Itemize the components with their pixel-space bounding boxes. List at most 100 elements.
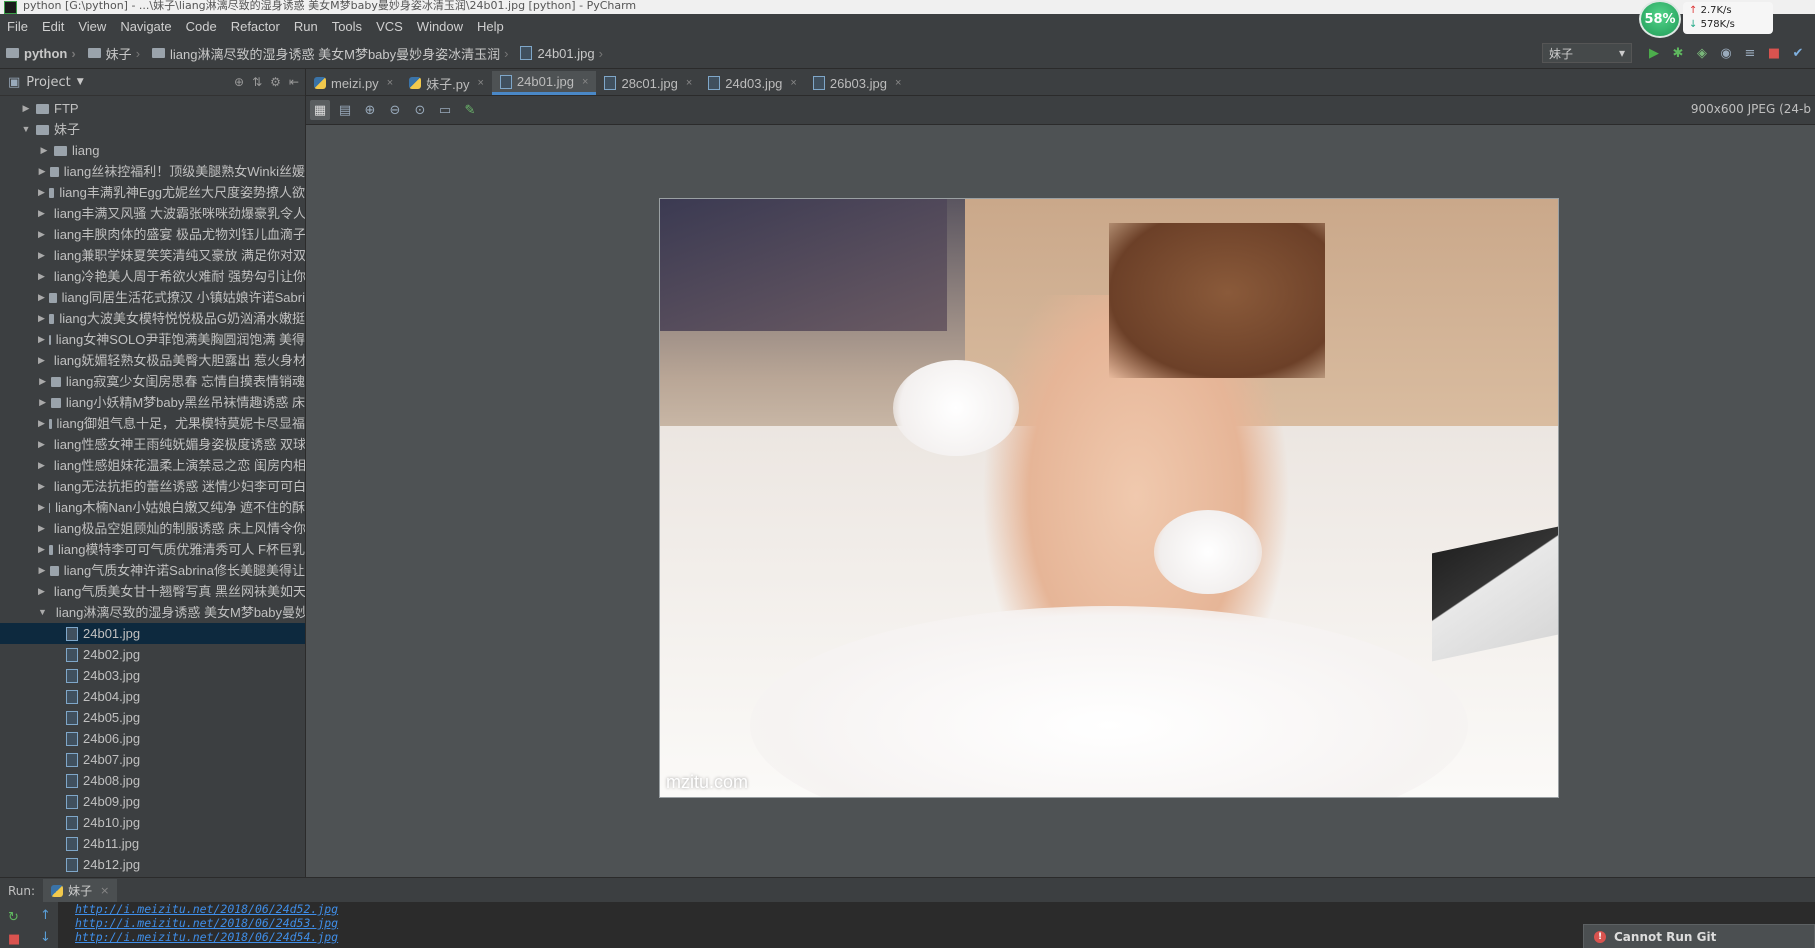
close-icon[interactable]: × bbox=[790, 77, 796, 89]
tree-folder-item[interactable]: ▶ liang气质美女甘十翘臀写真 黑丝网袜美如天 bbox=[0, 581, 305, 602]
collapsed-arrow-icon[interactable]: ▶ bbox=[38, 329, 45, 350]
tree-file-item[interactable]: 24b12.jpg bbox=[0, 854, 305, 875]
tree-folder-item[interactable]: ▶ liang冷艳美人周于希欲火难耐 强势勾引让你 bbox=[0, 266, 305, 287]
scroll-from-source-icon[interactable]: ⊕ bbox=[234, 75, 244, 89]
scroll-down-icon[interactable]: ↓ bbox=[40, 930, 51, 945]
collapsed-arrow-icon[interactable]: ▶ bbox=[38, 308, 45, 329]
profile-icon[interactable]: ◉ bbox=[1717, 44, 1735, 62]
close-icon[interactable]: × bbox=[895, 77, 901, 89]
tree-file-item[interactable]: 24b03.jpg bbox=[0, 665, 305, 686]
tree-folder-item[interactable]: ▶ liang性感姐妹花温柔上演禁忌之恋 闺房内相 bbox=[0, 455, 305, 476]
stop-icon[interactable]: ■ bbox=[1765, 44, 1783, 62]
rerun-icon[interactable]: ↻ bbox=[8, 910, 19, 925]
breadcrumb-project[interactable]: python › bbox=[0, 46, 82, 61]
chessboard-toggle-icon[interactable]: ▦ bbox=[310, 100, 330, 120]
collapsed-arrow-icon[interactable]: ▶ bbox=[38, 476, 45, 497]
editor-tab[interactable]: 妹子.py × bbox=[401, 71, 492, 95]
collapsed-arrow-icon[interactable]: ▶ bbox=[38, 371, 47, 392]
menu-edit[interactable]: Edit bbox=[35, 19, 71, 34]
collapsed-arrow-icon[interactable]: ▶ bbox=[38, 350, 45, 371]
menu-tools[interactable]: Tools bbox=[325, 19, 369, 34]
menu-file[interactable]: File bbox=[0, 19, 35, 34]
grid-toggle-icon[interactable]: ▤ bbox=[335, 100, 355, 120]
run-configuration-select[interactable]: 妹子 ▾ bbox=[1542, 43, 1632, 63]
breadcrumb-file[interactable]: 24b01.jpg › bbox=[514, 46, 608, 61]
tree-folder-item[interactable]: ▶ liang无法抗拒的蕾丝诱惑 迷情少妇李可可白 bbox=[0, 476, 305, 497]
menu-code[interactable]: Code bbox=[179, 19, 224, 34]
tree-folder-item[interactable]: ▶ liang女神SOLO尹菲饱满美胸圆润饱满 美得 bbox=[0, 329, 305, 350]
tree-folder-item[interactable]: ▶ liang模特李可可气质优雅清秀可人 F杯巨乳 bbox=[0, 539, 305, 560]
collapsed-arrow-icon[interactable]: ▶ bbox=[38, 224, 45, 245]
expanded-arrow-icon[interactable]: ▼ bbox=[20, 119, 32, 140]
tree-file-item[interactable]: 24b08.jpg bbox=[0, 770, 305, 791]
editor-tab[interactable]: 24d03.jpg × bbox=[700, 71, 805, 95]
tree-folder-item[interactable]: ▶ liang丰满又风骚 大波霸张咪咪劲爆豪乳令人 bbox=[0, 203, 305, 224]
tree-file-item[interactable]: 24b07.jpg bbox=[0, 749, 305, 770]
close-icon[interactable]: × bbox=[582, 76, 588, 88]
tree-folder-item[interactable]: ▶ liang同居生活花式撩汉 小镇姑娘许诺Sabri bbox=[0, 287, 305, 308]
tree-folder-item[interactable]: ▶ liang丰腴肉体的盛宴 极品尤物刘钰儿血滴子 bbox=[0, 224, 305, 245]
editor-tab[interactable]: 24b01.jpg × bbox=[491, 71, 597, 95]
collapsed-arrow-icon[interactable]: ▶ bbox=[38, 140, 50, 161]
collapsed-arrow-icon[interactable]: ▶ bbox=[38, 581, 45, 602]
menu-refactor[interactable]: Refactor bbox=[224, 19, 287, 34]
build-icon[interactable]: ≡ bbox=[1741, 44, 1759, 62]
collapsed-arrow-icon[interactable]: ▶ bbox=[38, 560, 46, 581]
collapsed-arrow-icon[interactable]: ▶ bbox=[20, 98, 32, 119]
tree-file-item[interactable]: 24b11.jpg bbox=[0, 833, 305, 854]
notification-balloon[interactable]: ! Cannot Run Git bbox=[1583, 924, 1815, 948]
close-icon[interactable]: × bbox=[387, 77, 393, 89]
zoom-in-icon[interactable]: ⊕ bbox=[360, 100, 380, 120]
tree-folder-item[interactable]: ▼ liang淋漓尽致的湿身诱惑 美女M梦baby曼妙 bbox=[0, 602, 305, 623]
editor-tab[interactable]: 26b03.jpg × bbox=[805, 71, 910, 95]
collapsed-arrow-icon[interactable]: ▶ bbox=[38, 434, 45, 455]
collapsed-arrow-icon[interactable]: ▶ bbox=[38, 539, 45, 560]
menu-window[interactable]: Window bbox=[410, 19, 470, 34]
tree-folder-item[interactable]: ▶ liang小妖精M梦baby黑丝吊袜情趣诱惑 床 bbox=[0, 392, 305, 413]
collapsed-arrow-icon[interactable]: ▶ bbox=[38, 497, 45, 518]
tree-file-item[interactable]: 24b05.jpg bbox=[0, 707, 305, 728]
collapsed-arrow-icon[interactable]: ▶ bbox=[38, 266, 45, 287]
tree-folder-item[interactable]: ▶ liang极品空姐顾灿的制服诱惑 床上风情令你 bbox=[0, 518, 305, 539]
tree-folder-item[interactable]: ▶ liang木楠Nan小姑娘白嫩又纯净 遮不住的酥 bbox=[0, 497, 305, 518]
collapsed-arrow-icon[interactable]: ▶ bbox=[38, 518, 45, 539]
tree-folder-item[interactable]: ▶ liang兼职学妹夏笑笑清纯又豪放 满足你对双 bbox=[0, 245, 305, 266]
tree-file-item[interactable]: 24b10.jpg bbox=[0, 812, 305, 833]
stop-icon[interactable]: ■ bbox=[8, 932, 20, 947]
tree-folder-item[interactable]: ▼ 妹子 bbox=[0, 119, 305, 140]
console-link[interactable]: http://i.meizitu.net/2018/06/24d54.jpg bbox=[75, 930, 338, 944]
menu-help[interactable]: Help bbox=[470, 19, 511, 34]
coverage-icon[interactable]: ◈ bbox=[1693, 44, 1711, 62]
collapsed-arrow-icon[interactable]: ▶ bbox=[38, 182, 45, 203]
fit-zoom-icon[interactable]: ▭ bbox=[435, 100, 455, 120]
tree-folder-item[interactable]: ▶ liang御姐气息十足，尤果模特莫妮卡尽显福 bbox=[0, 413, 305, 434]
hide-panel-icon[interactable]: ⇤ bbox=[289, 75, 299, 89]
tree-file-item[interactable]: 24b09.jpg bbox=[0, 791, 305, 812]
tree-folder-item[interactable]: ▶ liang大波美女模特悦悦极品G奶汹涌水嫩挺 bbox=[0, 308, 305, 329]
run-icon[interactable]: ▶ bbox=[1645, 44, 1663, 62]
vcs-update-icon[interactable]: ✔ bbox=[1789, 44, 1807, 62]
tree-file-item[interactable]: 24b01.jpg bbox=[0, 623, 305, 644]
tree-folder-item[interactable]: ▶ liang bbox=[0, 140, 305, 161]
collapsed-arrow-icon[interactable]: ▶ bbox=[38, 203, 45, 224]
console-link[interactable]: http://i.meizitu.net/2018/06/24d53.jpg bbox=[75, 916, 338, 930]
tree-folder-item[interactable]: ▶ FTP bbox=[0, 98, 305, 119]
close-icon[interactable]: × bbox=[477, 77, 483, 89]
tree-folder-item[interactable]: ▶ liang妩媚轻熟女极品美臀大胆露出 惹火身材 bbox=[0, 350, 305, 371]
collapsed-arrow-icon[interactable]: ▶ bbox=[38, 413, 45, 434]
scroll-up-icon[interactable]: ↑ bbox=[40, 908, 51, 923]
tree-file-item[interactable]: 24b04.jpg bbox=[0, 686, 305, 707]
menu-vcs[interactable]: VCS bbox=[369, 19, 410, 34]
tree-folder-item[interactable]: ▶ liang寂寞少女闺房思春 忘情自摸表情销魂 bbox=[0, 371, 305, 392]
tree-folder-item[interactable]: ▶ liang气质女神许诺Sabrina修长美腿美得让 bbox=[0, 560, 305, 581]
close-icon[interactable]: × bbox=[686, 77, 692, 89]
collapsed-arrow-icon[interactable]: ▶ bbox=[38, 161, 46, 182]
editor-tab[interactable]: 28c01.jpg × bbox=[596, 71, 700, 95]
tree-folder-item[interactable]: ▶ liang性感女神王雨纯妩媚身姿极度诱惑 双球 bbox=[0, 434, 305, 455]
breadcrumb-subfolder[interactable]: liang淋漓尽致的湿身诱惑 美女M梦baby曼妙身姿冰清玉润 › bbox=[146, 44, 514, 63]
console-link[interactable]: http://i.meizitu.net/2018/06/24d52.jpg bbox=[75, 902, 338, 916]
editor-tab[interactable]: meizi.py × bbox=[306, 71, 401, 95]
breadcrumb-folder[interactable]: 妹子 › bbox=[82, 44, 146, 63]
tree-folder-item[interactable]: ▶ liang丝袜控福利！顶级美腿熟女Winki丝媛 bbox=[0, 161, 305, 182]
close-icon[interactable]: × bbox=[100, 884, 109, 897]
